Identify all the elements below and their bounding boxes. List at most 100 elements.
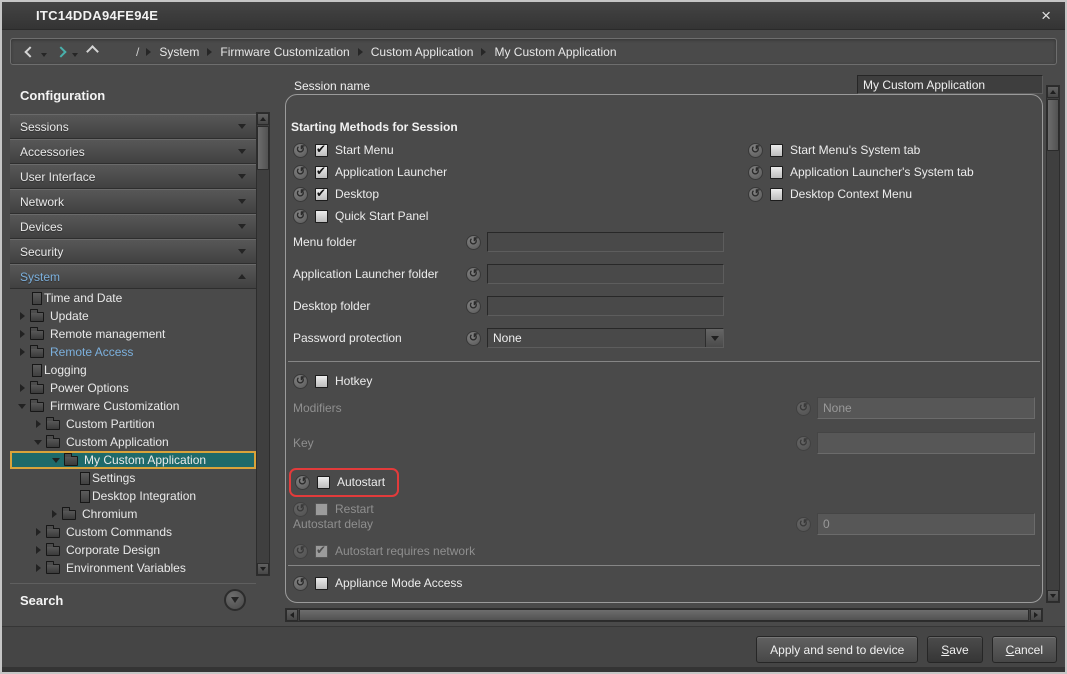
main-scrollbar[interactable] xyxy=(1046,85,1060,603)
scroll-thumb[interactable] xyxy=(257,126,269,170)
tree-item-remote-access[interactable]: Remote Access xyxy=(10,343,256,361)
tree-item-power-options[interactable]: Power Options xyxy=(10,379,256,397)
checkbox-row-autostart-requires-network: Autostart requires network xyxy=(293,542,475,560)
nav-forward-button[interactable] xyxy=(54,44,68,60)
breadcrumb-item-custom-application[interactable]: Custom Application xyxy=(371,45,474,59)
tree-item-settings[interactable]: Settings xyxy=(10,469,256,487)
section-expand-icon xyxy=(238,149,246,154)
folder-icon xyxy=(64,456,78,466)
revert-icon[interactable] xyxy=(466,235,481,250)
nav-back-button[interactable] xyxy=(23,44,37,60)
search-expand-button[interactable] xyxy=(224,589,246,611)
password-protection-select[interactable]: None xyxy=(487,328,724,348)
sidebar-section-system[interactable]: System xyxy=(10,264,256,289)
tree-item-update[interactable]: Update xyxy=(10,307,256,325)
revert-icon[interactable] xyxy=(748,143,763,158)
tree-item-desktop-integration[interactable]: Desktop Integration xyxy=(10,487,256,505)
breadcrumb-separator-icon xyxy=(358,48,363,56)
tree-item-custom-partition[interactable]: Custom Partition xyxy=(10,415,256,433)
checkbox[interactable] xyxy=(315,166,328,179)
field-label: Menu folder xyxy=(293,235,466,249)
checkbox[interactable] xyxy=(770,188,783,201)
scroll-up-button[interactable] xyxy=(257,113,269,125)
revert-icon[interactable] xyxy=(466,331,481,346)
folder-icon xyxy=(30,330,44,340)
scroll-right-button[interactable] xyxy=(1030,609,1042,621)
tree-item-environment-variables[interactable]: Environment Variables xyxy=(10,559,256,577)
autostart-checkbox[interactable] xyxy=(317,476,330,489)
checkbox[interactable] xyxy=(315,144,328,157)
apply-and-send-button[interactable]: Apply and send to device xyxy=(756,636,918,663)
revert-icon[interactable] xyxy=(293,165,308,180)
checkbox-label: Start Menu's System tab xyxy=(790,143,920,157)
revert-icon[interactable] xyxy=(293,209,308,224)
tree-item-firmware-customization[interactable]: Firmware Customization xyxy=(10,397,256,415)
nav-up-button[interactable] xyxy=(85,44,99,60)
sidebar-section-user-interface[interactable]: User Interface xyxy=(10,164,256,189)
chevron-down-icon[interactable] xyxy=(705,329,723,347)
scroll-thumb[interactable] xyxy=(1047,99,1059,151)
selected-value: None xyxy=(493,331,522,345)
sidebar-title: Configuration xyxy=(10,74,256,114)
revert-icon[interactable] xyxy=(293,374,308,389)
breadcrumb-root[interactable]: / xyxy=(136,45,139,59)
checkbox[interactable] xyxy=(770,166,783,179)
tree-item-corporate-design[interactable]: Corporate Design xyxy=(10,541,256,559)
tree-item-remote-management[interactable]: Remote management xyxy=(10,325,256,343)
revert-icon[interactable] xyxy=(748,165,763,180)
nav-forward-dropdown-icon[interactable] xyxy=(72,53,78,57)
tree-item-custom-commands[interactable]: Custom Commands xyxy=(10,523,256,541)
sidebar-section-sessions[interactable]: Sessions xyxy=(10,114,256,139)
checkbox-label: Appliance Mode Access xyxy=(335,576,462,590)
checkbox-label: Start Menu xyxy=(335,143,394,157)
tree-item-my-custom-application[interactable]: My Custom Application xyxy=(10,451,256,469)
cancel-button[interactable]: Cancel xyxy=(992,636,1057,663)
close-icon[interactable]: × xyxy=(1041,7,1051,24)
checkbox[interactable] xyxy=(770,144,783,157)
hotkey-checkbox[interactable] xyxy=(315,375,328,388)
tree-expand-icon xyxy=(14,312,30,320)
tree-item-time-and-date[interactable]: Time and Date xyxy=(10,289,256,307)
tree-item-chromium[interactable]: Chromium xyxy=(10,505,256,523)
nav-back-dropdown-icon[interactable] xyxy=(41,53,47,57)
menu-folder-input[interactable] xyxy=(487,232,724,252)
session-name-input[interactable] xyxy=(857,75,1043,94)
sidebar-section-accessories[interactable]: Accessories xyxy=(10,139,256,164)
scroll-thumb[interactable] xyxy=(299,609,1029,621)
section-label: Accessories xyxy=(20,145,85,159)
sidebar-section-security[interactable]: Security xyxy=(10,239,256,264)
sidebar-section-network[interactable]: Network xyxy=(10,189,256,214)
breadcrumb-item-firmware-customization[interactable]: Firmware Customization xyxy=(220,45,349,59)
revert-icon[interactable] xyxy=(466,267,481,282)
folder-icon xyxy=(46,438,60,448)
tree-item-custom-application[interactable]: Custom Application xyxy=(10,433,256,451)
appliance-mode-checkbox[interactable] xyxy=(315,577,328,590)
checkbox[interactable] xyxy=(315,188,328,201)
revert-icon[interactable] xyxy=(293,143,308,158)
save-button[interactable]: Save xyxy=(927,636,982,663)
application-launcher-folder-input[interactable] xyxy=(487,264,724,284)
desktop-folder-input[interactable] xyxy=(487,296,724,316)
revert-icon[interactable] xyxy=(295,475,310,490)
main-horizontal-scrollbar[interactable] xyxy=(285,608,1043,622)
sidebar-section-devices[interactable]: Devices xyxy=(10,214,256,239)
checkbox[interactable] xyxy=(315,210,328,223)
tree-item-logging[interactable]: Logging xyxy=(10,361,256,379)
sidebar-sections: Sessions Accessories User Interface Netw… xyxy=(10,114,256,289)
revert-icon[interactable] xyxy=(293,187,308,202)
revert-icon[interactable] xyxy=(466,299,481,314)
scroll-down-button[interactable] xyxy=(1047,590,1059,602)
section-label: Security xyxy=(20,245,63,259)
checkbox-row-start-menu-s-system-tab: Start Menu's System tab xyxy=(748,141,974,159)
checkbox-row-desktop: Desktop xyxy=(293,185,447,203)
sidebar-scrollbar[interactable] xyxy=(256,112,270,576)
revert-icon[interactable] xyxy=(293,576,308,591)
checkbox-row-hotkey: Hotkey xyxy=(293,372,372,390)
section-label: User Interface xyxy=(20,170,95,184)
breadcrumb-item-my-custom-application[interactable]: My Custom Application xyxy=(494,45,616,59)
scroll-up-button[interactable] xyxy=(1047,86,1059,98)
breadcrumb-item-system[interactable]: System xyxy=(159,45,199,59)
scroll-down-button[interactable] xyxy=(257,563,269,575)
scroll-left-button[interactable] xyxy=(286,609,298,621)
revert-icon[interactable] xyxy=(748,187,763,202)
